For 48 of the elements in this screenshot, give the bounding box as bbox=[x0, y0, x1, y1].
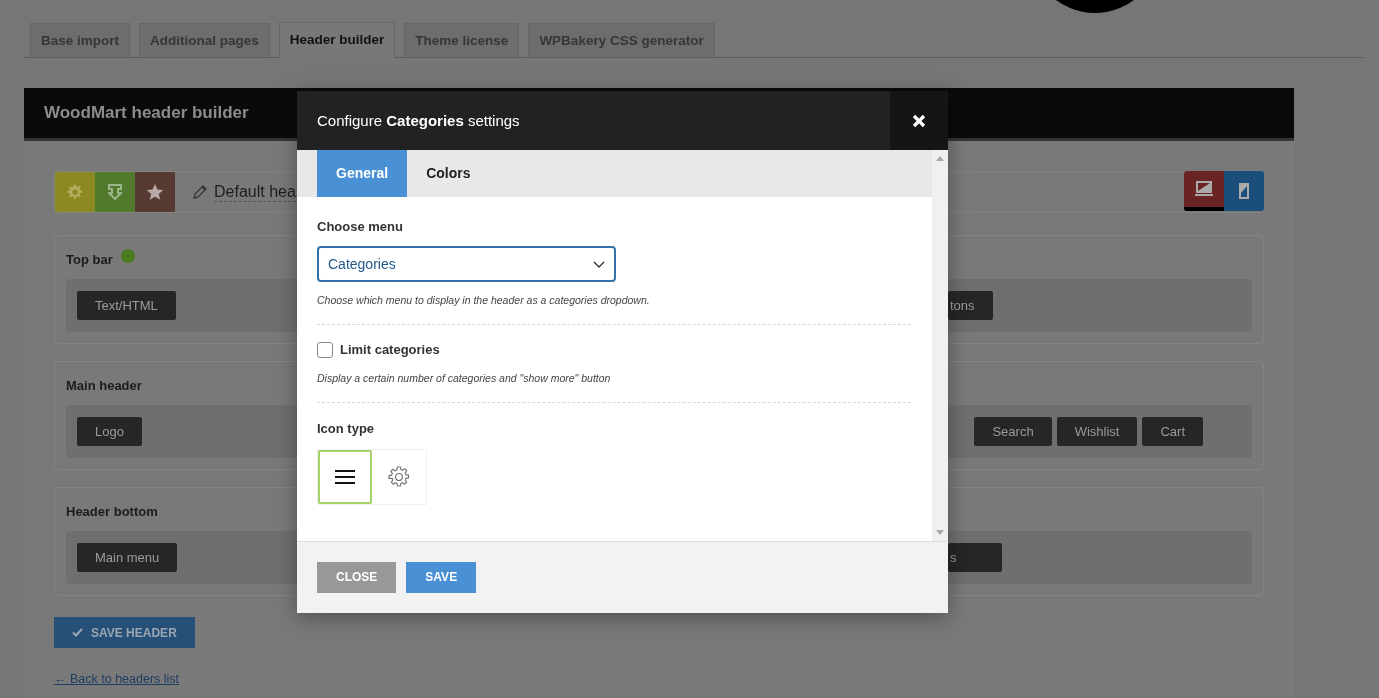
header-element-button[interactable]: Wishlist bbox=[1056, 417, 1138, 446]
chevron-down-icon bbox=[593, 260, 605, 268]
header-element-button[interactable]: Text/HTML bbox=[77, 291, 176, 320]
header-element-button[interactable]: Cart bbox=[1142, 417, 1203, 446]
star-icon bbox=[146, 183, 164, 201]
builder-title: WoodMart header builder bbox=[44, 103, 249, 122]
check-icon bbox=[72, 628, 83, 637]
field-label: Choose menu bbox=[317, 218, 404, 236]
desktop-view-button[interactable] bbox=[1184, 171, 1224, 211]
settings-tab[interactable]: Colors bbox=[407, 150, 490, 197]
field-description: Choose which menu to display in the header as a categories dropdown. bbox=[317, 293, 651, 308]
settings-tab[interactable]: General bbox=[317, 150, 408, 197]
scroll-down-icon bbox=[936, 530, 944, 535]
header-element-button[interactable]: s bbox=[948, 543, 1002, 572]
field-description: Display a certain number of categories and "show more" button bbox=[317, 371, 612, 386]
close-icon bbox=[912, 113, 926, 128]
page-tab[interactable]: Header builder bbox=[278, 22, 396, 58]
back-link[interactable]: ← Back to headers list bbox=[54, 672, 180, 686]
menu-select[interactable]: Categories bbox=[317, 246, 616, 282]
gear-icon bbox=[387, 465, 411, 489]
section-title: Header bottom bbox=[66, 503, 158, 519]
laptop-icon bbox=[1195, 181, 1213, 197]
star-button[interactable] bbox=[135, 172, 175, 212]
mobile-view-button[interactable] bbox=[1224, 171, 1264, 211]
header-element-button[interactable]: Logo bbox=[77, 417, 142, 446]
header-element-button[interactable]: tons bbox=[948, 291, 993, 320]
close-button[interactable]: CLOSE bbox=[317, 562, 397, 593]
checkbox[interactable] bbox=[317, 342, 333, 358]
phone-icon bbox=[1239, 183, 1249, 199]
pencil-icon bbox=[193, 185, 207, 199]
save-header-button[interactable]: SAVE HEADER bbox=[54, 617, 195, 648]
close-button[interactable] bbox=[890, 91, 948, 150]
section-title: Main header bbox=[66, 377, 142, 393]
header-element-button[interactable]: Main menu bbox=[77, 543, 178, 572]
section-title: Top bar bbox=[66, 251, 113, 267]
header-element-button[interactable]: Search bbox=[974, 417, 1052, 446]
save-button[interactable]: SAVE bbox=[406, 562, 477, 593]
icon-option[interactable] bbox=[318, 450, 372, 504]
header-name[interactable]: Default hea bbox=[214, 182, 296, 202]
field-label: Icon type bbox=[317, 420, 376, 438]
settings-icon bbox=[66, 183, 84, 201]
scrollbar[interactable] bbox=[932, 150, 948, 541]
checkbox-label[interactable]: Limit categories bbox=[340, 340, 440, 360]
menu-icon bbox=[334, 469, 356, 485]
import-button[interactable] bbox=[95, 172, 135, 212]
download-icon bbox=[108, 184, 122, 200]
scroll-up-icon bbox=[936, 156, 944, 161]
modal-title: Configure Categories settings bbox=[317, 112, 520, 129]
